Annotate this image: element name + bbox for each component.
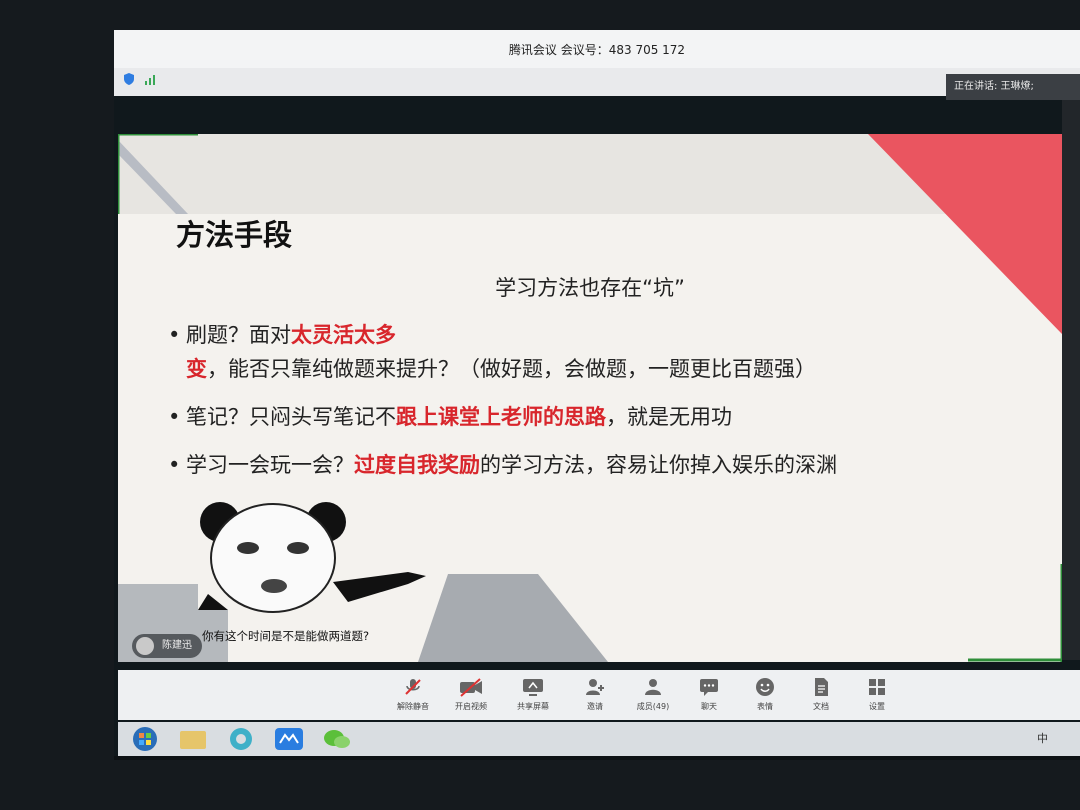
shared-slide: 方法手段 学习方法也存在“坑” • 刷题？面对太灵活太多变，能否只靠纯做题来提升… [118,134,1062,662]
document-label: 文档 [813,702,829,711]
document-button[interactable]: 文档 [792,676,850,712]
bullet-text: 的学习方法，容易让你掉入娱乐的深渊 [480,453,837,477]
bullet-dot: • [168,405,181,429]
taskbar: 中 [118,722,1080,756]
unmute-button[interactable]: 解除静音 [384,676,442,712]
bullet-item: • 学习一会玩一会？过度自我奖励的学习方法，容易让你掉入娱乐的深渊 [168,448,1016,482]
bullet-item: • 笔记？只闷头写笔记不跟上课堂上老师的思路，就是无用功 [168,400,1016,434]
members-label: 成员(49) [636,702,670,711]
invite-label: 邀请 [587,702,603,711]
start-video-button[interactable]: 开启视频 [442,676,500,712]
meeting-toolbar: 解除静音 开启视频 共享屏幕 邀请 成员(49) 聊天 表情 文档 设置 [118,670,1080,720]
bullet-text: 笔记？只闷头写笔记不 [186,405,396,429]
bullet-highlight: 跟上课堂上老师的思路 [396,405,606,429]
bullet-text: ，就是无用功 [606,405,732,429]
slide-subtitle: 学习方法也存在“坑” [495,276,685,300]
file-explorer-icon[interactable] [174,725,212,753]
bullet-text: 学习一会玩一会？ [186,453,354,477]
bullet-dot: • [168,453,181,477]
settings-button[interactable]: 设置 [848,676,906,712]
slide-title: 方法手段 [176,218,293,252]
panda-meme-image [198,494,428,613]
signal-icon[interactable] [144,72,158,86]
window-title: 腾讯会议 会议号：483 705 172 [508,43,686,57]
chat-icon [700,679,718,696]
emoji-icon [756,678,774,696]
bullet-text: 刷题？面对 [186,323,291,347]
emoji-label: 表情 [757,702,773,711]
share-screen-button[interactable]: 共享屏幕 [504,676,562,712]
mic-muted-icon [405,679,421,695]
bullet-dot: • [168,323,181,347]
bullet-highlight: 过度自我奖励 [354,453,480,477]
wechat-icon[interactable] [318,725,356,753]
document-icon [815,678,828,696]
invite-button[interactable]: 邀请 [566,676,624,712]
unmute-label: 解除静音 [397,702,429,711]
status-strip [114,68,1080,96]
title-bar: 腾讯会议 会议号：483 705 172 [114,30,1080,68]
settings-label: 设置 [869,702,885,711]
ime-indicator[interactable]: 中 [1037,730,1048,746]
camera-off-icon [460,678,482,697]
bullet-text: ，能否只靠纯做题来提升？（做好题，会做题，一题更比百题强） [207,357,816,381]
share-screen-icon [523,679,543,696]
side-panel [1062,100,1080,660]
screen: 腾讯会议 会议号：483 705 172 正在讲话: 王琳燎; 方法手段 学习方… [114,30,1080,760]
tencent-meeting-icon[interactable] [270,725,308,753]
chat-label: 聊天 [701,702,717,711]
screen-bezel [114,756,1080,760]
start-video-label: 开启视频 [455,702,487,711]
invite-icon [586,679,604,695]
bullet-item: • 刷题？面对太灵活太多变，能否只靠纯做题来提升？（做好题，会做题，一题更比百题… [168,318,1016,386]
browser-icon[interactable] [222,725,260,753]
speaking-indicator: 正在讲话: 王琳燎; [946,74,1080,100]
settings-icon [869,679,885,695]
emoji-button[interactable]: 表情 [736,676,794,712]
chat-button[interactable]: 聊天 [680,676,738,712]
presenter-name: 陈建迅 [162,640,192,651]
start-button-icon[interactable] [126,725,164,753]
avatar [136,637,154,655]
meme-caption: 你有这个时间是不是能做两道题? [202,629,370,643]
members-button[interactable]: 成员(49) [624,676,682,712]
members-icon [645,679,661,695]
shield-icon[interactable] [122,72,136,86]
presenter-name-tag: 陈建迅 [132,634,202,658]
share-screen-label: 共享屏幕 [517,702,549,711]
